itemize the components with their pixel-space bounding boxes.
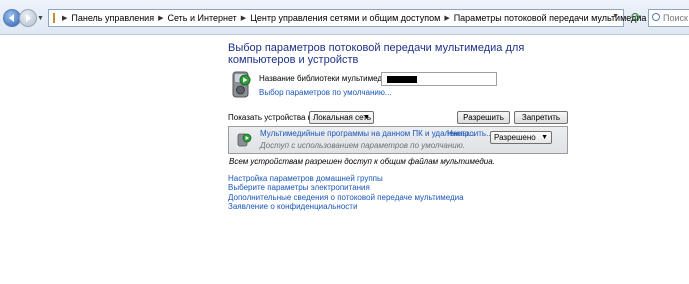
search-placeholder: Поиск [663,13,688,23]
refresh-icon[interactable]: ⟳ [628,9,644,27]
search-input[interactable]: Поиск [648,9,689,27]
device-description: Доступ с использованием параметров по ум… [260,141,465,150]
forward-button[interactable] [19,9,37,27]
permission-select-value: Разрешено [494,133,536,142]
configure-link[interactable]: Настроить... [447,129,493,138]
permission-select[interactable]: Разрешено ▼ [490,131,552,144]
address-dropdown-icon[interactable]: ▼ [612,13,619,20]
page-title: Выбор параметров потоковой передачи муль… [228,42,525,66]
chevron-right-icon[interactable]: ▶ [62,14,67,22]
device-title[interactable]: Мультимедийные программы на данном ПК и … [260,129,475,138]
chevron-right-icon[interactable]: ▶ [158,14,163,22]
media-streaming-info-link[interactable]: Дополнительные сведения о потоковой пере… [228,193,464,202]
address-bar[interactable]: ▶ Панель управления ▶ Сеть и Интернет ▶ … [48,9,646,27]
related-links: Настройка параметров домашней группы Выб… [228,174,464,211]
block-all-button[interactable]: Запретить все [514,111,568,133]
search-icon [652,13,660,21]
arrow-right-icon [26,14,31,22]
library-name-input[interactable] [381,72,497,86]
breadcrumb-control-panel[interactable]: Панель управления [71,13,154,23]
choose-defaults-link[interactable]: Выбор параметров по умолчанию... [259,88,392,97]
power-options-link[interactable]: Выберите параметры электропитания [228,183,464,192]
arrow-left-icon [9,14,14,22]
network-select[interactable]: Локальная сеть ▼ [309,111,374,124]
device-list-row[interactable]: Мультимедийные программы на данном ПК и … [228,126,568,154]
media-program-icon [237,133,252,147]
all-devices-allowed-text: Всем устройствам разрешен доступ к общим… [229,157,495,166]
media-library-icon [232,71,251,98]
chevron-right-icon[interactable]: ▶ [444,14,449,22]
chevron-down-icon: ▼ [541,134,548,141]
control-panel-icon [53,13,55,23]
allow-all-button[interactable]: Разрешить все [457,111,510,133]
library-name-label: Название библиотеки мультимедиа: [259,74,394,83]
address-toolbar: ▼ ▶ Панель управления ▶ Сеть и Интернет … [0,0,689,35]
homegroup-settings-link[interactable]: Настройка параметров домашней группы [228,174,464,183]
chevron-down-icon: ▼ [363,114,370,121]
recent-pages-chevron-icon[interactable]: ▼ [37,15,44,22]
privacy-statement-link[interactable]: Заявление о конфиденциальности [228,202,464,211]
breadcrumb-network-internet[interactable]: Сеть и Интернет [167,13,236,23]
breadcrumb-network-center[interactable]: Центр управления сетями и общим доступом [250,13,440,23]
redacted-text [387,76,417,83]
show-devices-label: Показать устройства на: [228,113,319,122]
chevron-right-icon[interactable]: ▶ [241,14,246,22]
